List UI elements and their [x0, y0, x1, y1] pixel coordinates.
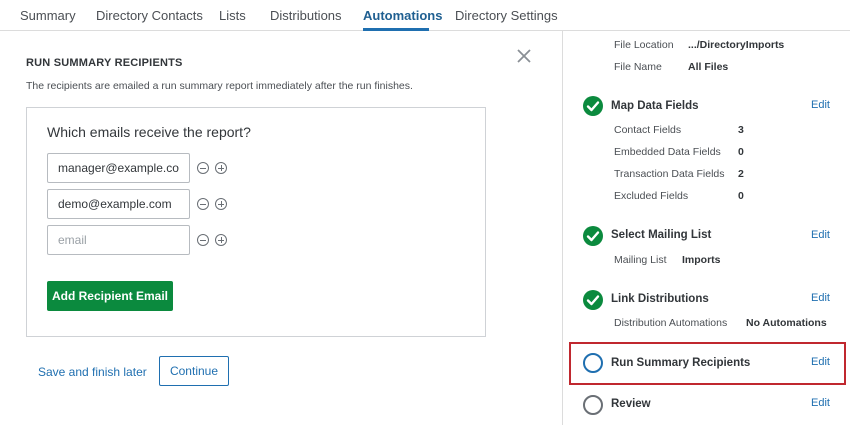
step-map-data-fields: Map Data Fields [611, 100, 699, 112]
remove-email-3-icon[interactable] [197, 234, 209, 246]
transaction-data-fields-label: Transaction Data Fields [614, 168, 725, 180]
contact-fields-label: Contact Fields [614, 124, 682, 136]
tab-summary[interactable]: Summary [20, 8, 76, 23]
add-email-1-icon[interactable] [215, 162, 227, 174]
step-link-distributions: Link Distributions [611, 293, 709, 305]
distribution-automations-label: Distribution Automations [614, 317, 728, 329]
steps-sidebar: File Location .../DirectoryImports File … [562, 31, 850, 425]
check-circle-icon [583, 96, 603, 116]
step-select-mailing-list: Select Mailing List [611, 229, 712, 241]
file-name-label: File Name [614, 61, 662, 73]
file-location-label: File Location [614, 39, 674, 51]
add-email-3-icon[interactable] [215, 234, 227, 246]
email-field-3[interactable] [47, 225, 190, 255]
file-location-value: .../DirectoryImports [688, 39, 785, 51]
edit-map-data-fields-link[interactable]: Edit [811, 99, 830, 111]
file-name-value: All Files [688, 61, 729, 73]
edit-review-link[interactable]: Edit [811, 397, 830, 409]
transaction-data-fields-value: 2 [738, 168, 744, 180]
tab-automations[interactable]: Automations [363, 8, 442, 23]
tab-lists[interactable]: Lists [219, 8, 246, 23]
edit-link-distributions-link[interactable]: Edit [811, 292, 830, 304]
tab-directory-contacts[interactable]: Directory Contacts [96, 8, 203, 23]
check-circle-icon [583, 290, 603, 310]
contact-fields-value: 3 [738, 124, 744, 136]
recipients-panel: RUN SUMMARY RECIPIENTS The recipients ar… [0, 31, 562, 425]
mailing-list-label: Mailing List [614, 254, 667, 266]
excluded-fields-value: 0 [738, 190, 744, 202]
edit-run-summary-recipients-link[interactable]: Edit [811, 356, 830, 368]
continue-button[interactable]: Continue [159, 356, 229, 386]
close-icon[interactable] [516, 48, 532, 64]
section-description: The recipients are emailed a run summary… [26, 80, 413, 92]
embedded-data-fields-value: 0 [738, 146, 744, 158]
section-title: RUN SUMMARY RECIPIENTS [26, 57, 183, 69]
empty-circle-icon [583, 353, 603, 373]
mailing-list-value: Imports [682, 254, 721, 266]
top-tab-bar: Summary Directory Contacts Lists Distrib… [0, 0, 850, 31]
empty-circle-icon [583, 395, 603, 415]
add-email-2-icon[interactable] [215, 198, 227, 210]
check-circle-icon [583, 226, 603, 246]
edit-select-mailing-list-link[interactable]: Edit [811, 229, 830, 241]
email-field-2[interactable] [47, 189, 190, 219]
distribution-automations-value: No Automations [746, 317, 827, 329]
save-and-finish-later-link[interactable]: Save and finish later [38, 365, 147, 379]
embedded-data-fields-label: Embedded Data Fields [614, 146, 721, 158]
add-recipient-email-button[interactable]: Add Recipient Email [47, 281, 173, 311]
recipients-card: Which emails receive the report? Add Rec… [26, 107, 486, 337]
step-review: Review [611, 398, 651, 410]
step-run-summary-recipients: Run Summary Recipients [611, 357, 751, 369]
excluded-fields-label: Excluded Fields [614, 190, 689, 202]
tab-distributions[interactable]: Distributions [270, 8, 342, 23]
email-field-1[interactable] [47, 153, 190, 183]
remove-email-1-icon[interactable] [197, 162, 209, 174]
remove-email-2-icon[interactable] [197, 198, 209, 210]
tab-directory-settings[interactable]: Directory Settings [455, 8, 558, 23]
recipients-question: Which emails receive the report? [47, 124, 251, 140]
